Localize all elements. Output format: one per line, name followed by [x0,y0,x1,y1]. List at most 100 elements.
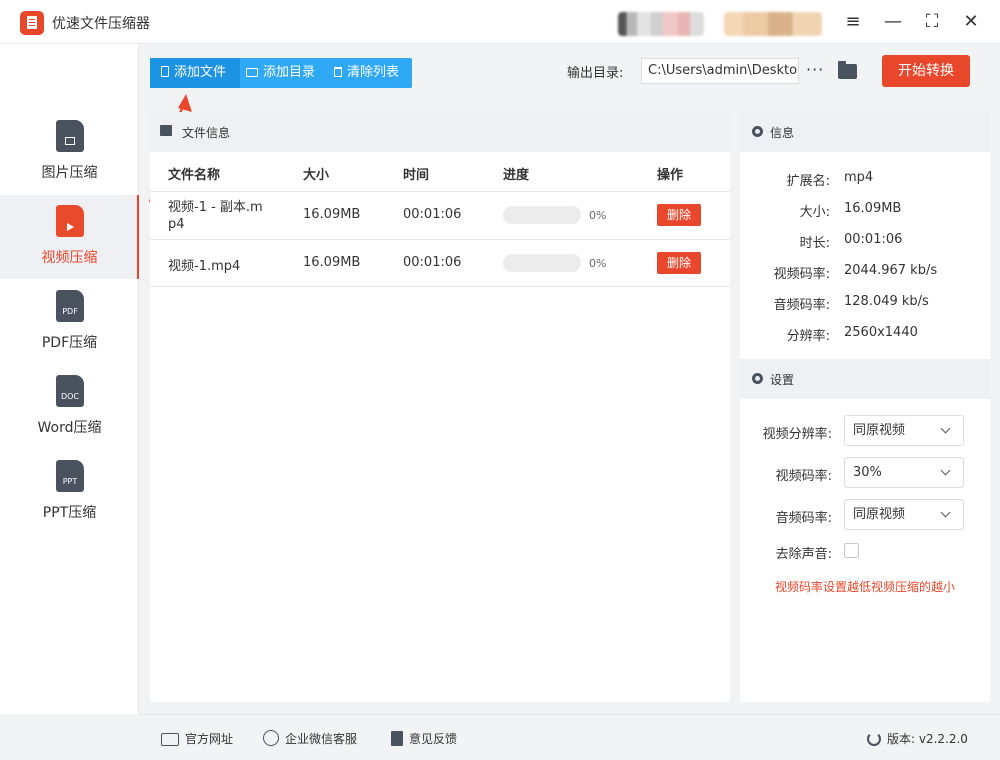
gear-icon [752,126,763,137]
info-header: 信息 [740,112,990,152]
ppt-file-icon: PPT [56,460,84,492]
video-file-icon [56,205,84,237]
sidebar-item-pdf-compress[interactable]: PDF PDF压缩 [0,280,139,364]
file-name: 视频-1.mp4 [168,259,241,274]
progress-percent: 0% [589,209,607,222]
info-value-video-bitrate: 2044.967 kb/s [844,263,938,278]
info-key-size: 大小: [799,205,830,220]
info-value-resolution: 2560x1440 [844,325,918,340]
info-key-extension: 扩展名: [786,174,830,189]
menu-icon[interactable]: ≡ [841,10,865,34]
file-name-line1: 视频-1 - 副本.m [168,200,263,215]
info-key-resolution: 分辨率: [786,329,830,344]
file-time: 00:01:06 [403,255,462,270]
sidebar-item-label: PPT压缩 [42,505,97,521]
file-name-line2: p4 [168,217,185,232]
chevron-down-icon [940,465,951,476]
output-dir-input[interactable]: C:\Users\admin\Deskto [641,58,799,84]
output-dir-label: 输出目录: [567,66,624,81]
sidebar-item-label: Word压缩 [37,420,102,436]
toolbar-button-group: 添加文件 添加目录 清除列表 [150,58,412,88]
column-header-size: 大小 [303,168,330,183]
trash-icon [334,67,342,77]
chevron-down-icon [940,507,951,518]
info-key-video-bitrate: 视频码率: [773,267,830,282]
delete-button[interactable]: 删除 [657,252,701,274]
sidebar-item-label: PDF压缩 [41,335,98,351]
add-folder-button[interactable]: 添加目录 [246,58,326,88]
sidebar-item-image-compress[interactable]: 图片压缩 [0,110,139,194]
web-icon [161,733,179,746]
progress-percent: 0% [589,257,607,270]
doc-file-icon: DOC [56,375,84,407]
column-header-name: 文件名称 [168,168,221,183]
audio-bitrate-label: 音频码率: [775,511,832,526]
progress-bar [503,206,581,224]
sidebar-item-video-compress[interactable]: 视频压缩 [0,195,139,279]
table-row[interactable]: 视频-1.mp4 16.09MB 00:01:06 0% 删除 [150,239,730,287]
user-name-blurred[interactable] [724,12,822,36]
close-icon[interactable]: ✕ [959,10,983,34]
delete-button[interactable]: 删除 [657,204,701,226]
bitrate-hint: 视频码率设置越低视频压缩的越小 [774,580,955,594]
gear-icon [752,373,763,384]
video-bitrate-select[interactable]: 30% [844,457,964,488]
maximize-icon[interactable]: ⛶ [920,10,944,34]
app-title: 优速文件压缩器 [52,16,150,32]
column-header-time: 时间 [403,168,430,183]
info-title: 信息 [770,126,795,140]
sidebar-item-word-compress[interactable]: DOC Word压缩 [0,365,139,449]
info-value-audio-bitrate: 128.049 kb/s [844,294,929,309]
minimize-icon[interactable]: — [881,10,905,34]
feedback-link[interactable]: 意见反馈 [391,730,457,747]
remove-audio-checkbox[interactable] [844,543,859,558]
column-header-progress: 进度 [503,168,530,183]
file-time: 00:01:06 [403,207,462,222]
image-file-icon [56,120,84,152]
status-bar: 官方网址 企业微信客服 意见反馈 版本: v2.2.2.0 [139,714,1000,760]
more-options-button[interactable]: ··· [806,60,824,79]
sidebar-item-label: 图片压缩 [41,165,98,181]
refresh-icon [867,732,881,746]
settings-title: 设置 [770,373,795,387]
sidebar-item-ppt-compress[interactable]: PPT PPT压缩 [0,450,139,534]
info-value-duration: 00:01:06 [844,232,903,247]
version-info[interactable]: 版本: v2.2.2.0 [867,730,968,747]
sidebar: 图片压缩 视频压缩 PDF PDF压缩 DOC Word压缩 PPT PPT压缩 [0,44,139,714]
pdf-file-icon: PDF [56,290,84,322]
info-value-extension: mp4 [844,170,874,185]
feedback-icon [391,731,403,746]
progress-bar [503,254,581,272]
add-file-button[interactable]: 添加文件 [150,58,240,88]
file-size: 16.09MB [303,207,361,222]
start-convert-button[interactable]: 开始转换 [882,55,970,87]
sidebar-item-label: 视频压缩 [41,250,98,266]
file-panel-header: 文件信息 [150,112,730,152]
file-list-panel: 文件信息 文件名称 大小 时间 进度 操作 视频-1 - 副本.m p4 16.… [150,112,730,702]
video-resolution-label: 视频分辨率: [762,427,832,442]
video-resolution-select[interactable]: 同原视频 [844,415,964,446]
wechat-support-link[interactable]: 企业微信客服 [263,730,357,747]
video-bitrate-label: 视频码率: [775,469,832,484]
remove-audio-label: 去除声音: [775,547,832,562]
file-size: 16.09MB [303,255,361,270]
user-avatar-blurred[interactable] [618,12,704,36]
info-key-duration: 时长: [799,236,830,251]
clear-list-button[interactable]: 清除列表 [334,58,412,88]
open-folder-icon[interactable] [838,61,857,79]
chat-icon [263,730,279,746]
audio-bitrate-select[interactable]: 同原视频 [844,499,964,530]
info-value-size: 16.09MB [844,201,902,216]
image-icon [160,125,172,136]
info-panel: 信息 扩展名: mp4 大小: 16.09MB 时长: 00:01:06 视频码… [740,112,990,702]
app-logo-icon [20,11,44,35]
title-bar: 优速文件压缩器 ≡ — ⛶ ✕ [0,0,1000,44]
chevron-down-icon [940,423,951,434]
file-panel-title: 文件信息 [182,126,231,140]
info-key-audio-bitrate: 音频码率: [773,298,830,313]
table-row[interactable]: 视频-1 - 副本.m p4 16.09MB 00:01:06 0% 删除 [150,191,730,239]
file-icon [161,66,169,77]
settings-header: 设置 [740,359,990,399]
column-header-action: 操作 [657,168,684,183]
official-website-link[interactable]: 官方网址 [161,730,233,747]
